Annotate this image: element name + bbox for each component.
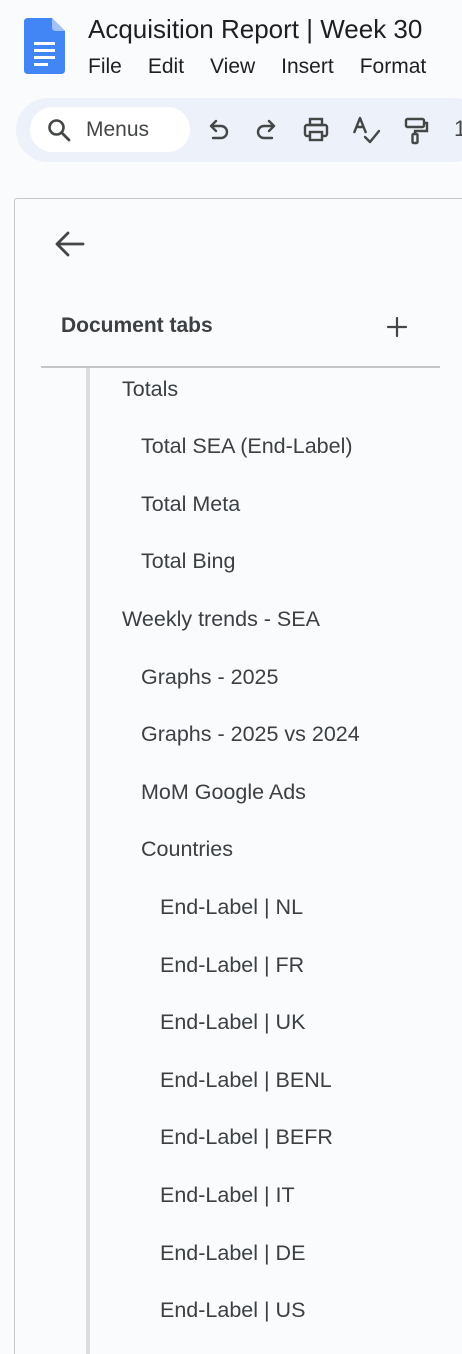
tab-end-label-it[interactable]: End-Label | IT — [160, 1182, 295, 1208]
tab-totals[interactable]: Totals — [122, 376, 178, 402]
document-tabs-heading: Document tabs — [61, 314, 213, 337]
tab-end-label-benl[interactable]: End-Label | BENL — [160, 1067, 332, 1093]
menus-search-button[interactable]: Menus — [30, 107, 190, 152]
menus-search-label: Menus — [86, 117, 150, 141]
tab-mom-google-ads[interactable]: MoM Google Ads — [141, 779, 306, 805]
spellcheck-icon[interactable] — [351, 115, 381, 145]
menu-edit[interactable]: Edit — [148, 55, 184, 79]
tab-end-label-uk[interactable]: End-Label | UK — [160, 1009, 305, 1035]
tab-weekly-trends-sea[interactable]: Weekly trends - SEA — [122, 606, 320, 632]
tab-end-label-us[interactable]: End-Label | US — [160, 1297, 305, 1323]
document-tabs-panel: Document tabs Totals Total SEA (End-Labe… — [14, 198, 462, 1354]
tab-total-meta[interactable]: Total Meta — [141, 491, 240, 517]
tab-graphs-2025[interactable]: Graphs - 2025 — [141, 664, 278, 690]
tab-countries[interactable]: Countries — [141, 836, 233, 862]
tab-graphs-2025-vs-2024[interactable]: Graphs - 2025 vs 2024 — [141, 721, 360, 747]
redo-icon[interactable] — [252, 115, 282, 145]
toolbar: Menus 1 — [16, 98, 462, 162]
tab-end-label-fr[interactable]: End-Label | FR — [160, 952, 304, 978]
menu-file[interactable]: File — [88, 55, 122, 79]
menubar: File Edit View Insert Format — [88, 55, 452, 79]
search-icon — [46, 117, 72, 143]
undo-icon[interactable] — [203, 115, 233, 145]
add-tab-plus-icon[interactable] — [383, 313, 411, 341]
tab-total-bing[interactable]: Total Bing — [141, 548, 235, 574]
back-arrow-icon[interactable] — [53, 227, 87, 261]
menu-insert[interactable]: Insert — [281, 55, 334, 79]
document-title[interactable]: Acquisition Report | Week 30 — [88, 14, 422, 45]
divider — [41, 366, 440, 368]
menu-format[interactable]: Format — [360, 55, 427, 79]
tab-tree-guide-line — [86, 368, 90, 1354]
tab-end-label-de[interactable]: End-Label | DE — [160, 1240, 305, 1266]
docs-logo-icon[interactable] — [24, 18, 65, 74]
tab-end-label-nl[interactable]: End-Label | NL — [160, 894, 303, 920]
paint-format-icon[interactable] — [401, 115, 431, 145]
zoom-select[interactable]: 1 — [454, 116, 462, 142]
menu-view[interactable]: View — [210, 55, 255, 79]
docs-app: Acquisition Report | Week 30 File Edit V… — [0, 0, 462, 1354]
tab-end-label-befr[interactable]: End-Label | BEFR — [160, 1124, 333, 1150]
tab-total-sea[interactable]: Total SEA (End-Label) — [141, 433, 353, 459]
print-icon[interactable] — [301, 115, 331, 145]
